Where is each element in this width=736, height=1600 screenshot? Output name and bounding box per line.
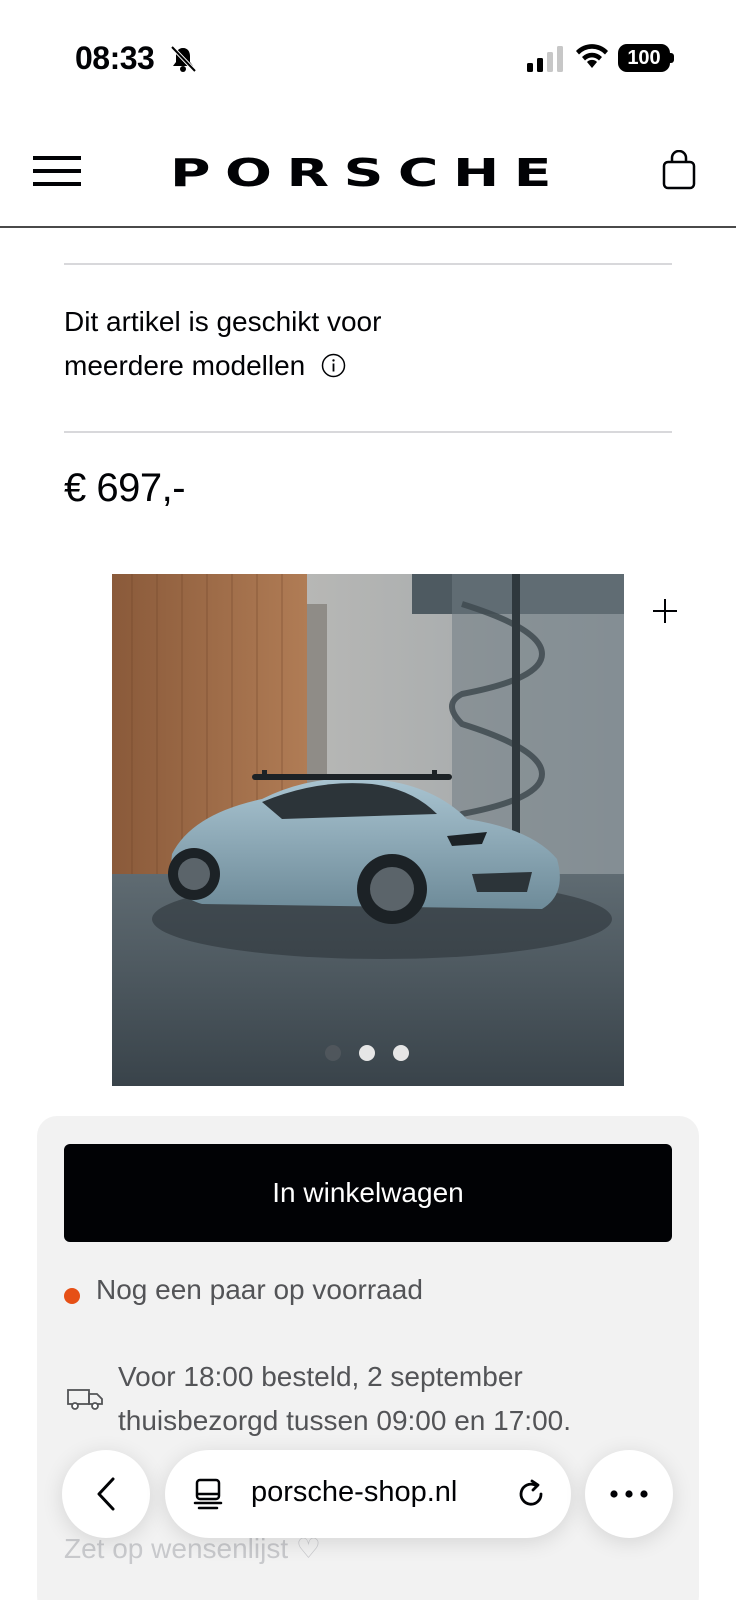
plus-icon[interactable] — [650, 596, 680, 626]
carousel-indicator — [325, 1045, 415, 1061]
add-to-cart-button[interactable]: In winkelwagen — [64, 1144, 672, 1242]
address-bar[interactable]: porsche-shop.nl — [165, 1450, 571, 1538]
truck-icon — [67, 1389, 103, 1410]
status-bar: 08:33 100 — [0, 0, 736, 110]
battery-icon: 100 — [618, 44, 670, 72]
product-image[interactable] — [112, 574, 624, 1086]
brand-wordmark: PORSCHE — [170, 152, 566, 192]
product-price: € 697,- — [64, 466, 186, 510]
bell-slash-icon — [170, 45, 197, 73]
stock-status-dot — [64, 1288, 80, 1304]
porsche-logo[interactable]: PORSCHE — [168, 152, 568, 192]
back-button[interactable] — [62, 1450, 150, 1538]
page-icon[interactable] — [193, 1478, 223, 1510]
more-icon — [610, 1490, 648, 1498]
carousel-dot[interactable] — [325, 1045, 341, 1061]
site-header: PORSCHE — [0, 110, 736, 228]
more-button[interactable] — [585, 1450, 673, 1538]
delivery-line2: thuisbezorgd tussen 09:00 en 17:00. — [118, 1405, 572, 1436]
url-text: porsche-shop.nl — [251, 1476, 458, 1508]
compatibility-note: Dit artikel is geschikt voor meerdere mo… — [64, 300, 484, 388]
compatibility-line1: Dit artikel is geschikt voor — [64, 306, 382, 337]
divider-middle — [64, 431, 672, 433]
carousel-dot[interactable] — [393, 1045, 409, 1061]
stock-status-text: Nog een paar op voorraad — [96, 1274, 423, 1305]
info-icon[interactable] — [321, 353, 346, 378]
back-icon — [97, 1477, 115, 1511]
divider-top — [64, 263, 672, 265]
wifi-icon — [576, 44, 608, 68]
reload-icon[interactable] — [515, 1478, 547, 1510]
status-time: 08:33 — [75, 40, 155, 76]
compatibility-line2: meerdere modellen — [64, 350, 306, 381]
signal-icon — [527, 46, 563, 72]
carousel-dot[interactable] — [359, 1045, 375, 1061]
delivery-line1: Voor 18:00 besteld, 2 september — [118, 1361, 523, 1392]
menu-icon[interactable] — [33, 154, 81, 188]
battery-tip — [670, 53, 674, 63]
delivery-info: Voor 18:00 besteld, 2 september thuisbez… — [118, 1355, 678, 1443]
shopping-bag-icon[interactable] — [662, 150, 696, 190]
